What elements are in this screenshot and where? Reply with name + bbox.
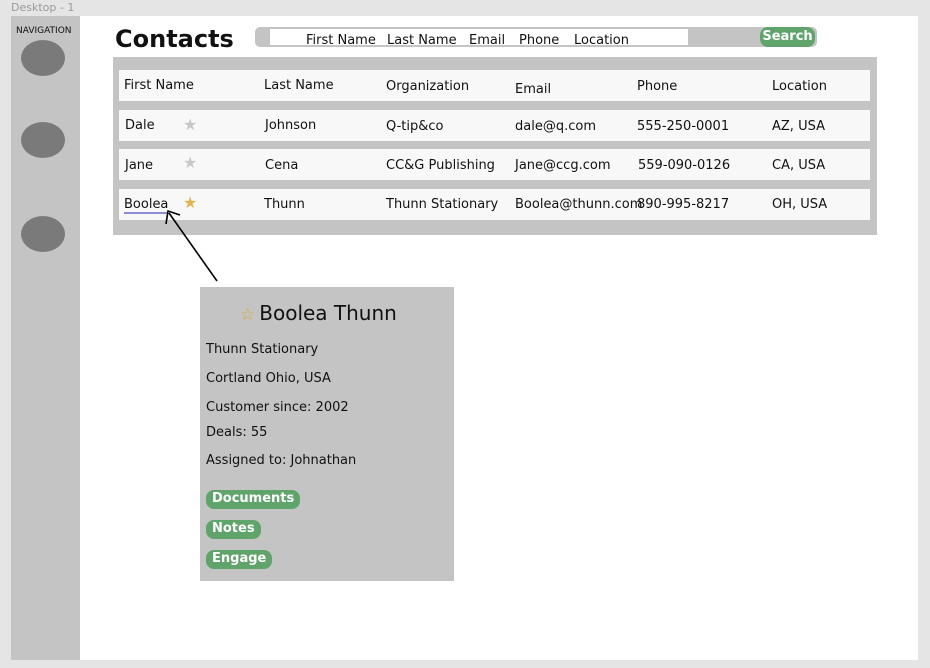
contact-organization: Thunn Stationary [206,342,319,357]
notes-button[interactable]: Notes [206,520,261,539]
contact-name-heading: ☆ Boolea Thunn [240,301,397,325]
contact-detail-card: ☆ Boolea Thunn Thunn Stationary Cortland … [200,287,454,581]
contact-customer-since: Customer since: 2002 [206,400,349,415]
annotation-arrow [165,209,218,282]
frame-label: Desktop - 1 [11,1,75,14]
contact-deals: Deals: 55 [206,425,268,440]
contact-assigned-to: Assigned to: Johnathan [206,453,357,468]
engage-button[interactable]: Engage [206,550,273,569]
desktop-frame: NAVIGATION Contacts First Name Last Name… [11,16,918,660]
documents-button[interactable]: Documents [206,490,301,509]
contact-location: Cortland Ohio, USA [206,371,331,386]
contact-name: Boolea Thunn [259,301,397,325]
star-outline-icon[interactable]: ☆ [240,305,255,325]
